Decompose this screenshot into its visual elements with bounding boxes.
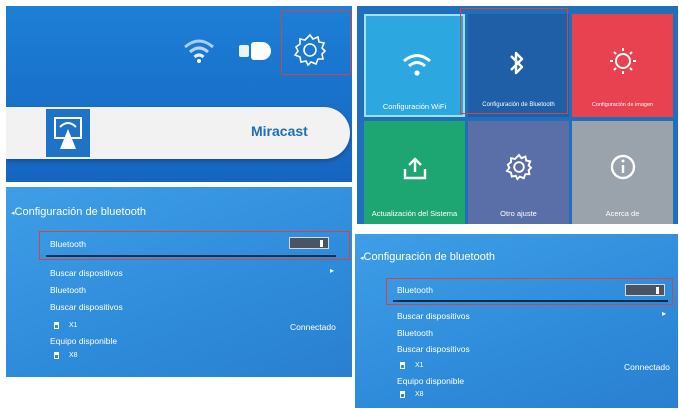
- settings-highlight-box: [281, 10, 351, 75]
- search-devices-section-label: Buscar dispositivos: [397, 344, 470, 354]
- bluetooth-toggle-label: Bluetooth: [50, 239, 86, 249]
- paired-device-name[interactable]: X1: [69, 322, 78, 329]
- bluetooth-toggle[interactable]: [289, 237, 329, 249]
- tile-wifi-settings[interactable]: Configuración WiFi: [364, 14, 465, 117]
- usb-icon: [239, 42, 273, 60]
- bluetooth-highlight-box: [460, 8, 568, 114]
- device-icon: [54, 322, 59, 329]
- bluetooth-section-label: Bluetooth: [397, 328, 433, 338]
- row-underline: [393, 300, 668, 302]
- bluetooth-toggle-label: Bluetooth: [397, 285, 433, 295]
- wifi-icon: [403, 54, 431, 76]
- settings-menu-panel: Configuración WiFi Configuración de Blue…: [357, 6, 678, 224]
- chevron-right-icon: ▸: [330, 266, 335, 275]
- chevron-right-icon: ▸: [662, 309, 667, 318]
- tile-label: Otro ajuste: [500, 209, 537, 218]
- paired-device-status: Connectado: [290, 322, 336, 332]
- tile-label: Configuración WiFi: [382, 102, 447, 111]
- available-device-name[interactable]: X8: [415, 391, 424, 398]
- search-devices-item[interactable]: Buscar dispositivos: [50, 268, 123, 278]
- gear-icon: [505, 153, 533, 181]
- miracast-label[interactable]: Miracast: [251, 123, 308, 139]
- tile-other-settings[interactable]: Otro ajuste: [468, 121, 569, 224]
- page-title: ◂Configuración de bluetooth: [360, 251, 495, 263]
- upload-icon: [403, 157, 427, 180]
- sun-icon: [610, 48, 636, 74]
- bluetooth-toggle[interactable]: [625, 284, 665, 296]
- available-device-name[interactable]: X8: [69, 352, 78, 359]
- tile-label: Actualización del Sistema: [371, 209, 458, 218]
- device-icon: [400, 391, 405, 398]
- info-icon: [610, 154, 636, 180]
- tile-about[interactable]: Acerca de: [572, 121, 673, 224]
- bluetooth-settings-panel-zoom: ◂Configuración de bluetooth Bluetooth Bu…: [355, 234, 678, 408]
- search-devices-item[interactable]: Buscar dispositivos: [397, 311, 470, 321]
- home-screen-panel: Miracast: [6, 6, 352, 182]
- wifi-icon: [184, 39, 214, 63]
- device-icon: [54, 352, 59, 359]
- bluetooth-settings-panel: ◂Configuración de bluetooth Bluetooth Bu…: [6, 187, 352, 377]
- tile-label: Acerca de: [605, 209, 640, 218]
- device-icon: [400, 362, 405, 369]
- bluetooth-section-label: Bluetooth: [50, 285, 86, 295]
- paired-device-name[interactable]: X1: [415, 362, 424, 369]
- available-devices-label: Equipo disponible: [50, 336, 118, 346]
- available-devices-label: Equipo disponible: [397, 376, 465, 386]
- miracast-cast-icon[interactable]: [46, 109, 90, 157]
- row-underline: [46, 255, 336, 257]
- tile-system-update[interactable]: Actualización del Sistema: [364, 121, 465, 224]
- tile-image-settings[interactable]: Configuración de imagen: [572, 14, 673, 117]
- paired-device-status: Connectado: [624, 362, 670, 372]
- tile-label: Configuración de imagen: [591, 102, 654, 108]
- search-devices-section-label: Buscar dispositivos: [50, 302, 123, 312]
- page-title: ◂Configuración de bluetooth: [11, 206, 146, 218]
